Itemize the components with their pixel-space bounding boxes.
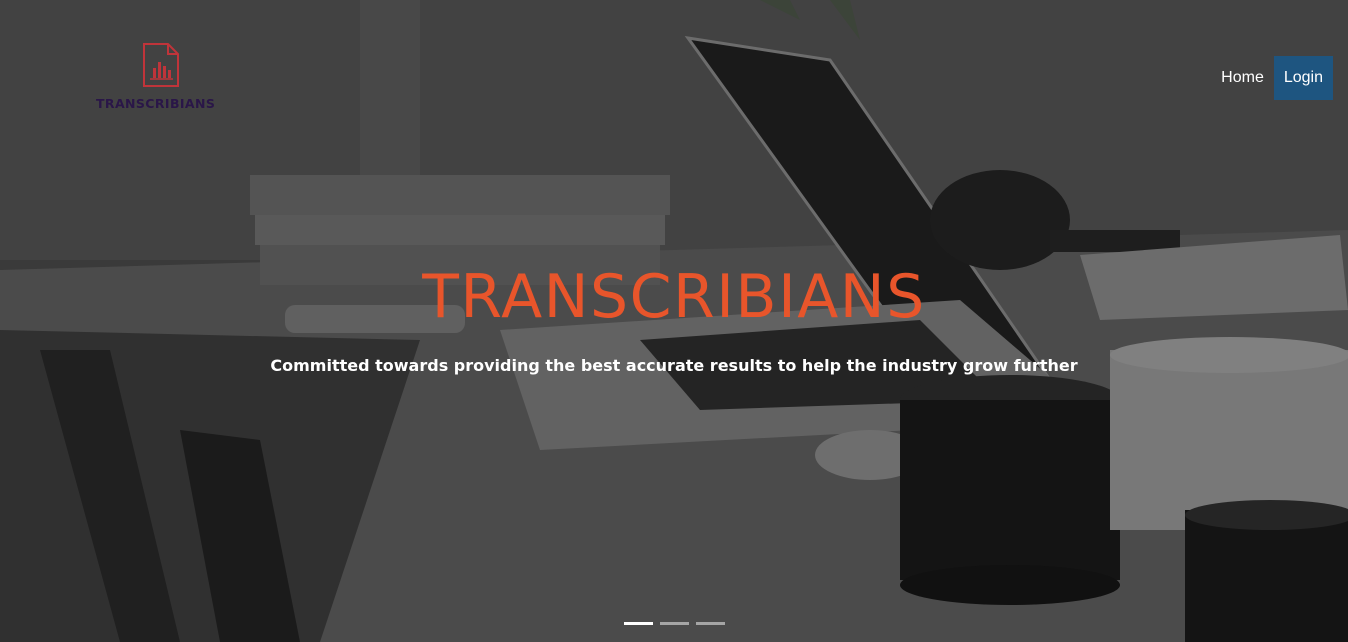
top-navigation: Home Login (1211, 56, 1333, 100)
carousel-indicator-1[interactable] (624, 622, 653, 625)
carousel-indicators (624, 622, 725, 625)
document-chart-icon (143, 43, 179, 87)
carousel-indicator-2[interactable] (660, 622, 689, 625)
hero-subtitle: Committed towards providing the best acc… (270, 356, 1078, 375)
carousel-indicator-3[interactable] (696, 622, 725, 625)
hero-title: TRANSCRIBIANS (422, 262, 926, 332)
logo-text: TRANSCRIBIANS (96, 96, 216, 111)
brand-logo[interactable]: TRANSCRIBIANS (96, 40, 232, 112)
nav-login-button[interactable]: Login (1273, 56, 1333, 100)
nav-home-link[interactable]: Home (1211, 56, 1274, 100)
